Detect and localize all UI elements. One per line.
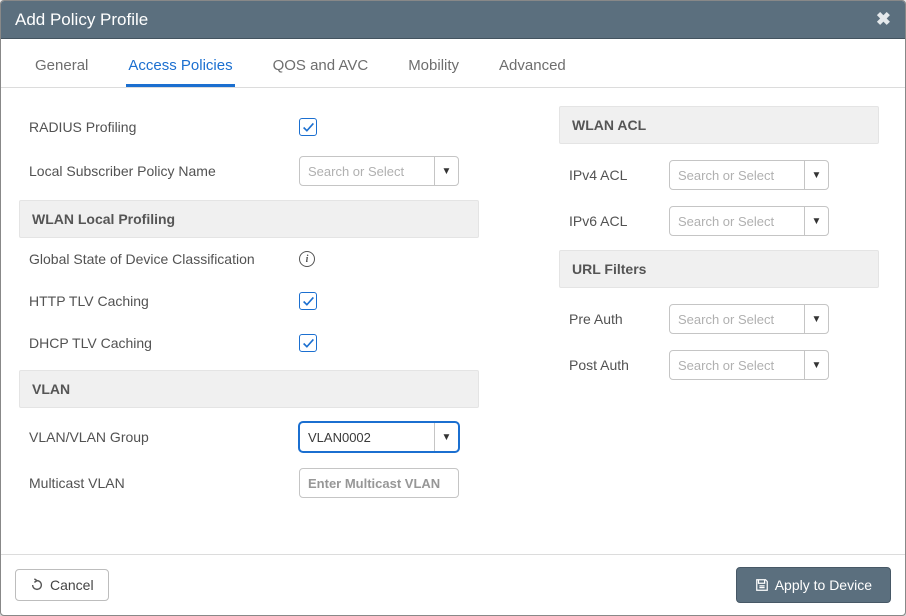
tab-advanced[interactable]: Advanced [497,45,568,87]
checkbox-radius-profiling[interactable] [299,118,317,136]
label-post-auth: Post Auth [569,357,669,373]
caret-down-icon[interactable]: ▼ [434,423,458,451]
label-dhcp-tlv: DHCP TLV Caching [29,335,299,351]
row-local-subscriber: Local Subscriber Policy Name ▼ [19,148,479,194]
add-policy-profile-modal: Add Policy Profile ✖ General Access Poli… [0,0,906,616]
select-post-auth[interactable]: ▼ [669,350,829,380]
caret-down-icon[interactable]: ▼ [804,305,828,333]
input-ipv4-acl[interactable] [670,161,804,189]
select-vlan-group[interactable]: ▼ [299,422,459,452]
checkbox-dhcp-tlv[interactable] [299,334,317,352]
label-pre-auth: Pre Auth [569,311,669,327]
apply-button-label: Apply to Device [775,577,872,593]
caret-down-icon[interactable]: ▼ [804,351,828,379]
row-http-tlv: HTTP TLV Caching [19,280,479,322]
select-local-subscriber[interactable]: ▼ [299,156,459,186]
tab-qos-and-avc[interactable]: QOS and AVC [271,45,371,87]
select-pre-auth[interactable]: ▼ [669,304,829,334]
row-multicast-vlan: Multicast VLAN [19,460,479,506]
caret-down-icon[interactable]: ▼ [804,207,828,235]
input-post-auth[interactable] [670,351,804,379]
section-vlan: VLAN [19,370,479,408]
row-ipv6-acl: IPv6 ACL ▼ [559,198,879,244]
label-global-state: Global State of Device Classification [29,250,299,268]
check-icon [302,295,315,308]
input-vlan-group[interactable] [300,423,434,451]
cancel-button[interactable]: Cancel [15,569,109,601]
undo-icon [30,578,44,592]
label-radius-profiling: RADIUS Profiling [29,119,299,135]
caret-down-icon[interactable]: ▼ [434,157,458,185]
cancel-button-label: Cancel [50,577,94,593]
row-ipv4-acl: IPv4 ACL ▼ [559,152,879,198]
close-icon[interactable]: ✖ [876,9,891,30]
save-icon [755,578,769,592]
input-local-subscriber[interactable] [300,157,434,185]
tab-general[interactable]: General [33,45,90,87]
select-ipv6-acl[interactable]: ▼ [669,206,829,236]
label-http-tlv: HTTP TLV Caching [29,293,299,309]
section-wlan-acl: WLAN ACL [559,106,879,144]
checkbox-http-tlv[interactable] [299,292,317,310]
modal-title: Add Policy Profile [15,10,148,30]
modal-body: RADIUS Profiling Local Subscriber Policy… [1,88,905,554]
caret-down-icon[interactable]: ▼ [804,161,828,189]
right-column: WLAN ACL IPv4 ACL ▼ IPv6 ACL ▼ URL Filte… [559,106,879,544]
section-wlan-local-profiling: WLAN Local Profiling [19,200,479,238]
row-vlan-group: VLAN/VLAN Group ▼ [19,414,479,460]
row-pre-auth: Pre Auth ▼ [559,296,879,342]
label-vlan-group: VLAN/VLAN Group [29,429,299,445]
apply-to-device-button[interactable]: Apply to Device [736,567,891,603]
modal-footer: Cancel Apply to Device [1,554,905,615]
section-url-filters: URL Filters [559,250,879,288]
label-multicast-vlan: Multicast VLAN [29,475,299,491]
check-icon [302,337,315,350]
tab-mobility[interactable]: Mobility [406,45,461,87]
tabs: General Access Policies QOS and AVC Mobi… [1,45,905,88]
input-ipv6-acl[interactable] [670,207,804,235]
row-global-state: Global State of Device Classification i [19,238,479,280]
input-multicast-vlan[interactable] [299,468,459,498]
modal-titlebar: Add Policy Profile ✖ [1,1,905,39]
left-column: RADIUS Profiling Local Subscriber Policy… [19,106,479,544]
check-icon [302,121,315,134]
label-ipv6-acl: IPv6 ACL [569,213,669,229]
select-ipv4-acl[interactable]: ▼ [669,160,829,190]
label-local-subscriber: Local Subscriber Policy Name [29,163,299,179]
info-icon[interactable]: i [299,251,315,267]
row-post-auth: Post Auth ▼ [559,342,879,388]
input-pre-auth[interactable] [670,305,804,333]
row-dhcp-tlv: DHCP TLV Caching [19,322,479,364]
label-ipv4-acl: IPv4 ACL [569,167,669,183]
tab-access-policies[interactable]: Access Policies [126,45,234,87]
row-radius-profiling: RADIUS Profiling [19,106,479,148]
